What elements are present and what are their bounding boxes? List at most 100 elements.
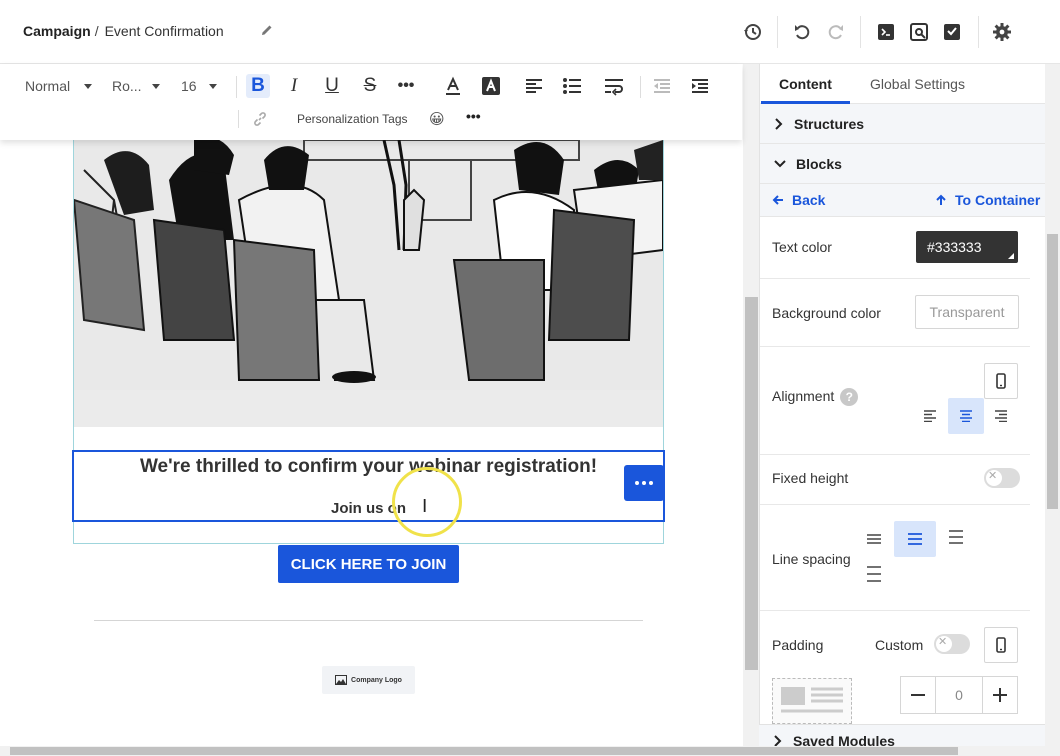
fixed-height-toggle[interactable]: ✕ — [984, 468, 1020, 488]
company-logo-placeholder[interactable]: Company Logo — [322, 666, 415, 694]
mobile-view-icon[interactable] — [984, 363, 1018, 399]
back-button[interactable]: Back — [772, 192, 825, 208]
line-spacing-label: Line spacing — [772, 551, 851, 567]
test-email-icon[interactable] — [940, 20, 964, 44]
alignment-label: Alignment? — [772, 388, 859, 407]
text-block-selected[interactable]: We're thrilled to confirm your webinar r… — [72, 450, 665, 522]
decrement-button[interactable] — [901, 677, 936, 713]
chevron-down-icon — [208, 83, 217, 89]
chevron-right-icon — [774, 734, 782, 747]
email-divider — [94, 620, 643, 621]
toolbar-divider — [640, 76, 641, 98]
line-spacing-wide-button[interactable] — [856, 556, 892, 592]
padding-custom-toggle[interactable]: ✕ — [934, 634, 970, 654]
history-icon[interactable] — [741, 20, 765, 44]
toolbar-divider — [236, 76, 237, 98]
text-color-value: #333333 — [927, 239, 982, 255]
undo-icon[interactable] — [790, 20, 814, 44]
align-right-button[interactable] — [983, 398, 1019, 434]
toolbar-divider — [238, 110, 239, 128]
paragraph-style-value: Normal — [25, 78, 71, 94]
block-options-button[interactable] — [624, 465, 664, 501]
canvas-scrollbar-thumb[interactable] — [745, 297, 758, 670]
italic-button[interactable]: I — [282, 74, 306, 98]
more-format-button[interactable]: ••• — [394, 74, 418, 98]
structures-section[interactable]: Structures — [760, 104, 1045, 144]
mobile-view-icon[interactable] — [984, 627, 1018, 663]
padding-row: Padding Custom ✕ — [760, 611, 1030, 673]
horizontal-scrollbar-thumb[interactable] — [10, 747, 958, 755]
bullet-list-icon[interactable] — [560, 74, 584, 98]
settings-icon[interactable] — [990, 20, 1014, 44]
bold-button[interactable]: B — [246, 74, 270, 98]
breadcrumb-campaign[interactable]: Campaign — [23, 23, 91, 39]
email-subtext[interactable]: Join us on — [74, 500, 663, 517]
toolbar-divider — [860, 16, 861, 48]
email-heading[interactable]: We're thrilled to confirm your webinar r… — [74, 456, 663, 478]
breadcrumb-separator: / — [94, 23, 99, 39]
font-family-select[interactable]: Ro... — [112, 78, 160, 94]
link-icon[interactable] — [248, 107, 272, 131]
text-color-button[interactable] — [441, 74, 465, 98]
preview-icon[interactable] — [907, 20, 931, 44]
font-size-value: 16 — [181, 78, 197, 94]
panel-scrollbar-thumb[interactable] — [1047, 234, 1058, 509]
tab-content[interactable]: Content — [779, 76, 832, 92]
text-wrap-icon[interactable] — [602, 74, 626, 98]
alignment-row: Alignment? — [760, 347, 1030, 455]
blocks-section[interactable]: Blocks — [760, 144, 1045, 184]
chevron-right-icon — [775, 117, 783, 130]
font-family-value: Ro... — [112, 78, 142, 94]
edit-icon[interactable] — [260, 23, 274, 37]
page-title: Event Confirmation — [104, 23, 224, 39]
canvas-scrollbar[interactable] — [743, 64, 759, 746]
increment-button[interactable] — [982, 677, 1017, 713]
to-container-button[interactable]: To Container — [935, 192, 1040, 208]
image-icon — [335, 675, 348, 685]
align-left-button[interactable] — [912, 398, 948, 434]
code-icon[interactable] — [874, 20, 898, 44]
chevron-down-icon — [84, 83, 93, 89]
text-color-picker[interactable]: #333333 — [916, 231, 1018, 263]
email-canvas: We're thrilled to confirm your webinar r… — [0, 140, 743, 746]
background-color-picker[interactable]: Transparent — [915, 295, 1019, 329]
emoji-button[interactable]: 😀 — [429, 110, 445, 128]
text-color-row: Text color #333333 — [760, 217, 1030, 279]
align-left-icon[interactable] — [522, 74, 546, 98]
arrow-left-icon — [772, 195, 783, 205]
padding-label: Padding — [772, 637, 824, 653]
paragraph-style-select[interactable]: Normal — [25, 78, 93, 94]
text-cursor-icon: I — [422, 496, 428, 517]
redo-icon[interactable] — [824, 20, 848, 44]
text-color-label: Text color — [772, 239, 832, 255]
padding-stepper[interactable]: 0 — [900, 676, 1018, 714]
panel-tabs: Content Global Settings — [760, 64, 1045, 104]
text-format-toolbar: Normal Ro... 16 B I U S ••• Personalizat… — [0, 64, 742, 140]
panel-scrollbar[interactable] — [1045, 64, 1060, 746]
settings-panel: Content Global Settings Structures Block… — [759, 64, 1045, 746]
horizontal-scrollbar[interactable] — [0, 746, 1060, 756]
indent-icon[interactable] — [688, 74, 712, 98]
back-label: Back — [792, 192, 826, 208]
toolbar-divider — [978, 16, 979, 48]
outdent-icon[interactable] — [650, 74, 674, 98]
help-icon[interactable]: ? — [840, 388, 859, 407]
join-cta-button[interactable]: CLICK HERE TO JOIN — [278, 545, 459, 583]
tab-global-settings[interactable]: Global Settings — [870, 76, 965, 92]
personalization-tags-button[interactable]: Personalization Tags — [297, 112, 408, 126]
line-spacing-normal-button[interactable] — [894, 521, 936, 557]
align-center-button[interactable] — [948, 398, 984, 434]
structures-label: Structures — [794, 115, 865, 132]
line-spacing-relaxed-button[interactable] — [938, 519, 974, 555]
company-logo-text: Company Logo — [351, 676, 402, 684]
blocks-label: Blocks — [796, 155, 842, 172]
more-options-button[interactable]: ••• — [466, 108, 481, 124]
font-size-select[interactable]: 16 — [181, 78, 217, 94]
background-color-label: Background color — [772, 305, 881, 321]
highlight-color-button[interactable] — [479, 74, 503, 98]
underline-button[interactable]: U — [320, 74, 344, 98]
strikethrough-button[interactable]: S — [358, 74, 382, 98]
padding-value[interactable]: 0 — [936, 677, 982, 713]
padding-custom-label: Custom — [875, 637, 924, 653]
line-spacing-compact-button[interactable] — [856, 521, 892, 557]
